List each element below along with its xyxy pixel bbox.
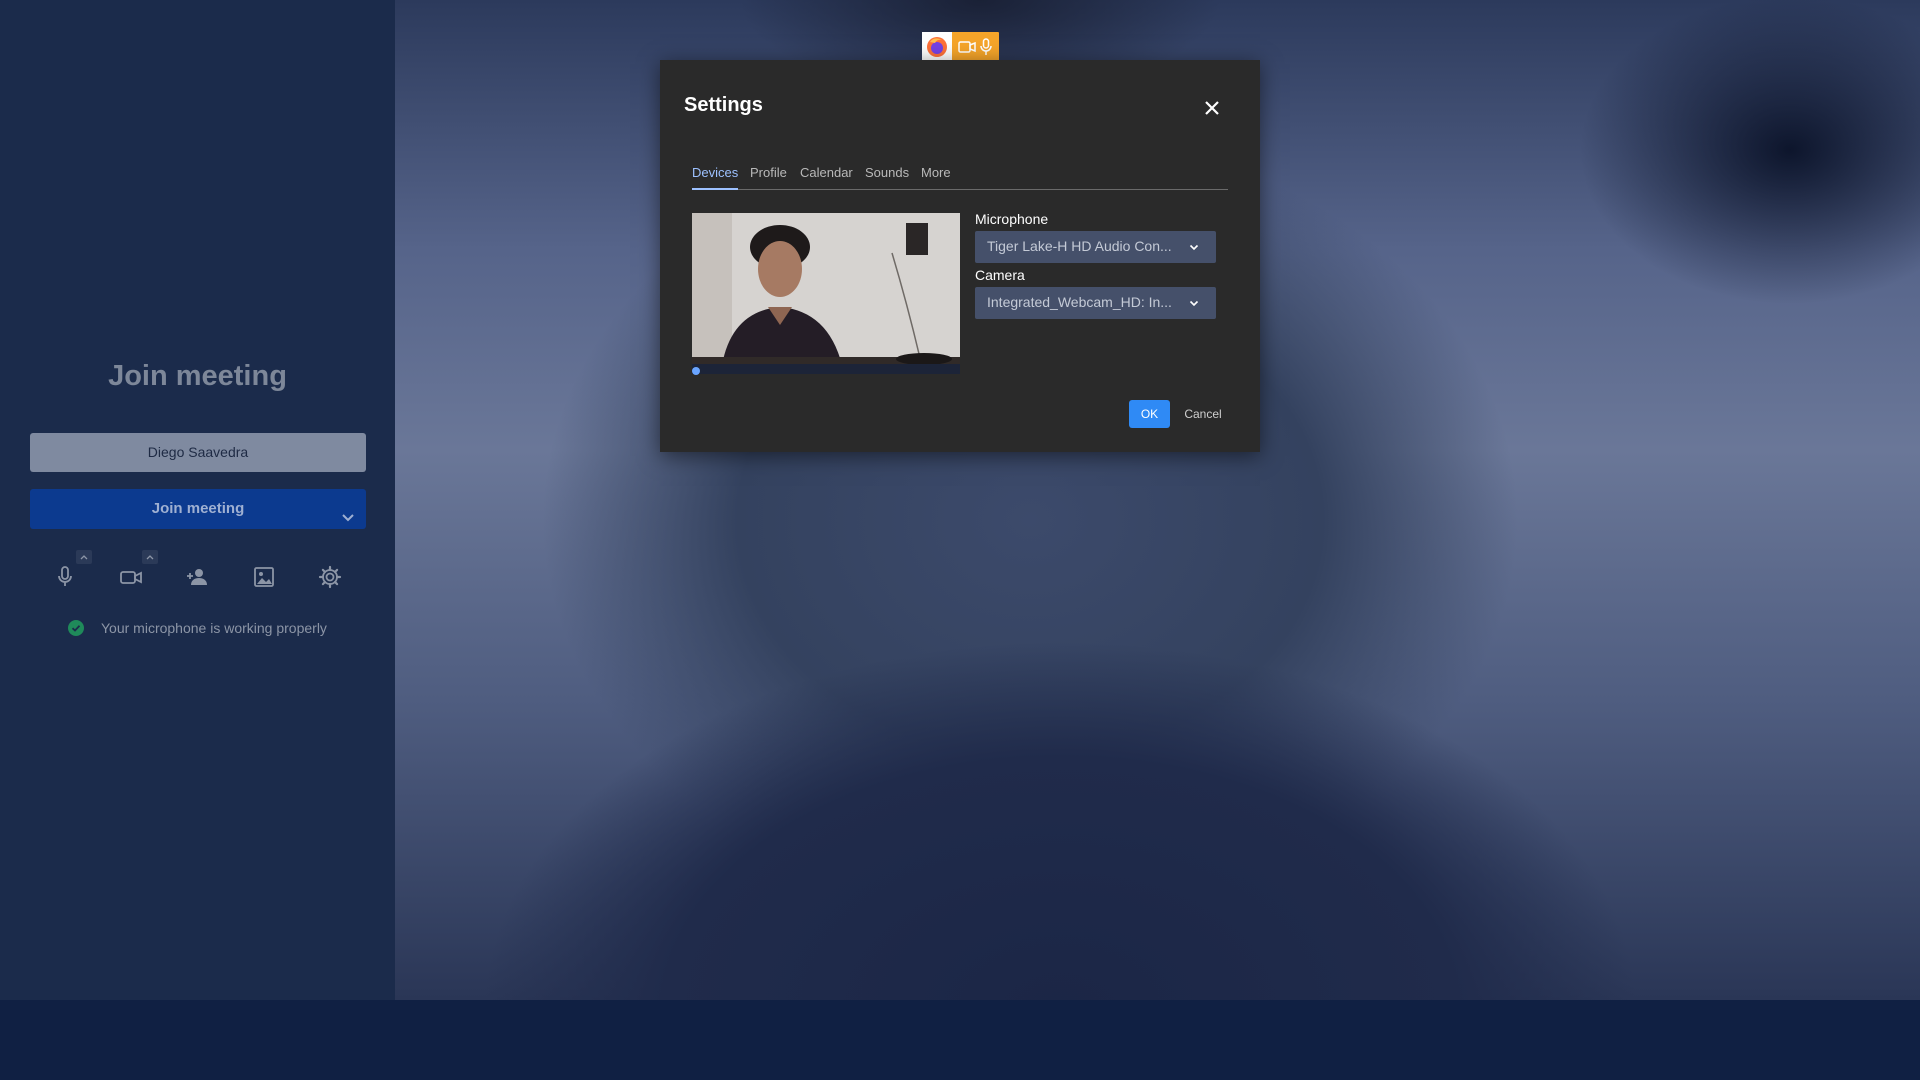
ok-button[interactable]: OK	[1129, 400, 1170, 428]
close-icon[interactable]	[1202, 98, 1222, 118]
camera-icon[interactable]	[118, 564, 144, 590]
tab-calendar[interactable]: Calendar	[800, 164, 853, 190]
cancel-button[interactable]: Cancel	[1180, 400, 1226, 428]
camera-select[interactable]: Integrated_Webcam_HD: In...	[975, 287, 1216, 319]
bottom-bar	[0, 1000, 1920, 1080]
tab-sounds[interactable]: Sounds	[865, 164, 909, 190]
firefox-icon	[922, 32, 952, 62]
settings-gear-icon[interactable]	[317, 564, 343, 590]
join-title: Join meeting	[108, 360, 287, 392]
sharing-indicator	[922, 32, 999, 62]
camera-icon	[958, 39, 976, 55]
chevron-down-icon	[1188, 297, 1200, 309]
settings-tabs: Devices Profile Calendar Sounds More	[692, 164, 1228, 190]
mic-options-caret-icon[interactable]	[76, 550, 92, 564]
audio-level-indicator	[692, 367, 700, 375]
chevron-down-icon	[1188, 241, 1200, 253]
camera-preview	[692, 213, 960, 365]
microphone-select[interactable]: Tiger Lake-H HD Audio Con...	[975, 231, 1216, 263]
join-meeting-button[interactable]: Join meeting	[30, 489, 366, 529]
camera-select-value: Integrated_Webcam_HD: In...	[987, 294, 1172, 310]
display-name-field[interactable]: Diego Saavedra	[30, 433, 366, 472]
invite-person-icon[interactable]	[184, 564, 210, 590]
chevron-down-icon[interactable]	[340, 501, 356, 522]
background-image-icon[interactable]	[251, 564, 277, 590]
mic-status-text: Your microphone is working properly	[101, 620, 327, 636]
tab-more[interactable]: More	[921, 164, 951, 190]
camera-options-caret-icon[interactable]	[142, 550, 158, 564]
microphone-select-value: Tiger Lake-H HD Audio Con...	[987, 238, 1172, 254]
dialog-title: Settings	[684, 94, 763, 116]
tab-devices[interactable]: Devices	[692, 164, 739, 190]
settings-dialog: Settings Devices Profile Calendar Sounds…	[660, 60, 1260, 452]
tab-profile[interactable]: Profile	[750, 164, 787, 190]
microphone-icon	[979, 38, 993, 56]
background-video-shoulders	[400, 560, 1820, 1000]
camera-label: Camera	[975, 267, 1025, 283]
microphone-label: Microphone	[975, 211, 1049, 227]
audio-level-meter	[692, 364, 960, 374]
microphone-icon[interactable]	[52, 564, 78, 590]
check-circle-icon	[68, 620, 84, 636]
join-panel: Join meeting Diego Saavedra Join meeting…	[0, 0, 395, 1000]
join-meeting-label: Join meeting	[151, 500, 245, 517]
